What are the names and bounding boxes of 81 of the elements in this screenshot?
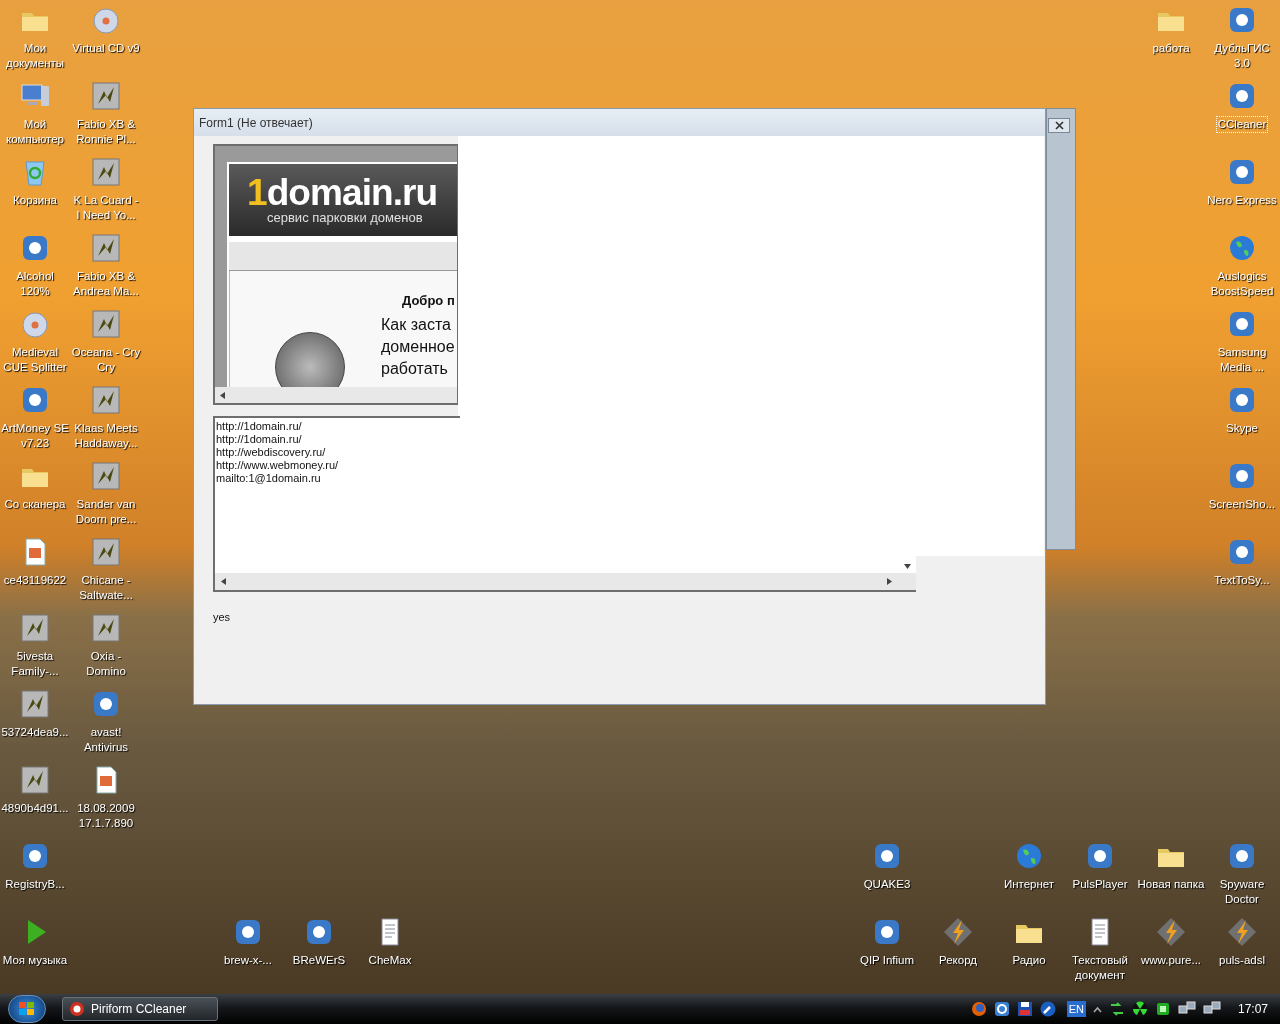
lightning-tile-icon[interactable] bbox=[90, 536, 122, 568]
horizontal-scrollbar[interactable] bbox=[215, 573, 916, 590]
radiation-icon[interactable] bbox=[1131, 1001, 1148, 1017]
icon-label[interactable]: Моя музыка bbox=[1, 953, 69, 968]
icon-label[interactable]: avast! Antivirus bbox=[70, 725, 142, 755]
icon-label[interactable]: Chicane - Saltwate... bbox=[70, 573, 142, 603]
lightning-tile-icon[interactable] bbox=[19, 764, 51, 796]
icon-label[interactable]: BReWErS bbox=[291, 953, 347, 968]
link-line: mailto:1@1domain.ru bbox=[216, 472, 321, 485]
app-icon bbox=[69, 1001, 85, 1017]
lightning-tile-icon[interactable] bbox=[19, 688, 51, 720]
icon-label[interactable]: Skype bbox=[1225, 421, 1259, 436]
network-computers-icon[interactable] bbox=[1202, 1001, 1221, 1017]
lightning-tile-icon[interactable] bbox=[90, 80, 122, 112]
icon-label[interactable]: www.pure... bbox=[1139, 953, 1203, 968]
lightning-tile-icon[interactable] bbox=[90, 156, 122, 188]
icon-label[interactable]: Текстовый документ bbox=[1064, 953, 1136, 983]
language-indicator[interactable]: EN bbox=[1066, 1001, 1086, 1017]
start-button[interactable] bbox=[8, 995, 46, 1023]
lightning-tile-icon[interactable] bbox=[90, 384, 122, 416]
lightning-tile-icon[interactable] bbox=[90, 460, 122, 492]
scroll-right-icon bbox=[887, 578, 892, 585]
lightning-icon[interactable] bbox=[1226, 916, 1258, 948]
icon-label[interactable]: brew-x-... bbox=[223, 953, 273, 968]
icon-label[interactable]: 18.08.2009 17.1.7.890 bbox=[70, 801, 142, 831]
icon-label[interactable]: Spyware Doctor bbox=[1206, 877, 1278, 907]
icon-label[interactable]: Интернет bbox=[1002, 877, 1056, 892]
wrench-icon[interactable] bbox=[1039, 1001, 1056, 1017]
icon-label[interactable]: PulsPlayer bbox=[1071, 877, 1129, 892]
icon-label[interactable]: 4890b4d91... bbox=[0, 801, 70, 816]
intro-paragraph: Как заста доменное работать bbox=[381, 315, 455, 379]
icon-label[interactable]: QUAKE3 bbox=[862, 877, 912, 892]
icon-label[interactable]: ArtMoney SE v7.23 bbox=[0, 421, 71, 451]
windows-flag-icon bbox=[19, 1002, 35, 1016]
icon-label[interactable]: TextToSy... bbox=[1213, 573, 1271, 588]
icon-label[interactable]: 5ivesta Family-... bbox=[0, 649, 71, 679]
link-line: http://www.webmoney.ru/ bbox=[216, 459, 339, 472]
close-button[interactable] bbox=[1048, 118, 1070, 133]
icon-label[interactable]: RegistryB... bbox=[4, 877, 66, 892]
welcome-heading: Добро п bbox=[402, 291, 456, 310]
network-computers-icon[interactable] bbox=[1177, 1001, 1196, 1017]
icon-label[interactable]: ce43119622 bbox=[2, 573, 68, 588]
link-line: http://1domain.ru/ bbox=[216, 433, 302, 446]
lightning-icon[interactable] bbox=[942, 916, 974, 948]
scroll-left-icon bbox=[221, 578, 226, 585]
lightning-tile-icon[interactable] bbox=[90, 612, 122, 644]
icon-label[interactable]: Klaas Meets Haddaway... bbox=[70, 421, 142, 451]
chevron-up-icon[interactable] bbox=[1092, 1005, 1102, 1013]
icon-label[interactable]: Радио bbox=[1011, 953, 1047, 968]
icon-label[interactable]: Рекорд bbox=[938, 953, 978, 968]
links-text-area[interactable]: http://1domain.ru/ http://1domain.ru/ http://webdiscovery.ru/ http://www.webmoney.ru/ mailto:1@1domain.ru bbox=[213, 416, 916, 592]
icon-label[interactable]: 53724dea9... bbox=[0, 725, 70, 740]
icon-label[interactable]: Новая папка bbox=[1136, 877, 1206, 892]
app-square-icon[interactable] bbox=[1154, 1001, 1171, 1017]
icon-label[interactable]: Oxia - Domino bbox=[70, 649, 142, 679]
status-label: yes bbox=[213, 610, 231, 625]
fox-globe-icon[interactable] bbox=[970, 1001, 987, 1017]
logo-tagline: сервис парковки доменов bbox=[267, 211, 424, 226]
lightning-tile-icon[interactable] bbox=[90, 308, 122, 340]
site-logo: 1domain.ru bbox=[247, 175, 439, 212]
browser-e-icon[interactable] bbox=[993, 1001, 1010, 1017]
arrows-icon[interactable] bbox=[1108, 1001, 1125, 1017]
clock: 17:07 bbox=[1237, 1001, 1268, 1018]
icon-label[interactable]: puls-adsl bbox=[1218, 953, 1266, 968]
lightning-tile-icon[interactable] bbox=[19, 612, 51, 644]
icon-label[interactable]: Sander van Doorn pre... bbox=[70, 497, 142, 527]
scroll-down-icon[interactable] bbox=[904, 564, 911, 569]
scroll-left-icon bbox=[220, 391, 225, 399]
floppy-icon[interactable] bbox=[1016, 1001, 1033, 1017]
link-line: http://1domain.ru/ bbox=[216, 420, 302, 433]
close-icon bbox=[1054, 121, 1064, 130]
window-title: Form1 (Не отвечает) bbox=[199, 114, 313, 132]
icon-label[interactable]: Со сканера bbox=[3, 497, 67, 512]
lightning-tile-icon[interactable] bbox=[90, 232, 122, 264]
horizontal-scrollbar[interactable] bbox=[215, 387, 457, 403]
icon-label[interactable]: ScreenSho... bbox=[1207, 497, 1277, 512]
lightning-icon[interactable] bbox=[1155, 916, 1187, 948]
link-line: http://webdiscovery.ru/ bbox=[216, 446, 326, 459]
taskbar-button[interactable]: Piriform CCleaner bbox=[62, 997, 218, 1021]
icon-label[interactable]: CheMax bbox=[367, 953, 413, 968]
icon-label[interactable]: QIP Infium bbox=[858, 953, 916, 968]
